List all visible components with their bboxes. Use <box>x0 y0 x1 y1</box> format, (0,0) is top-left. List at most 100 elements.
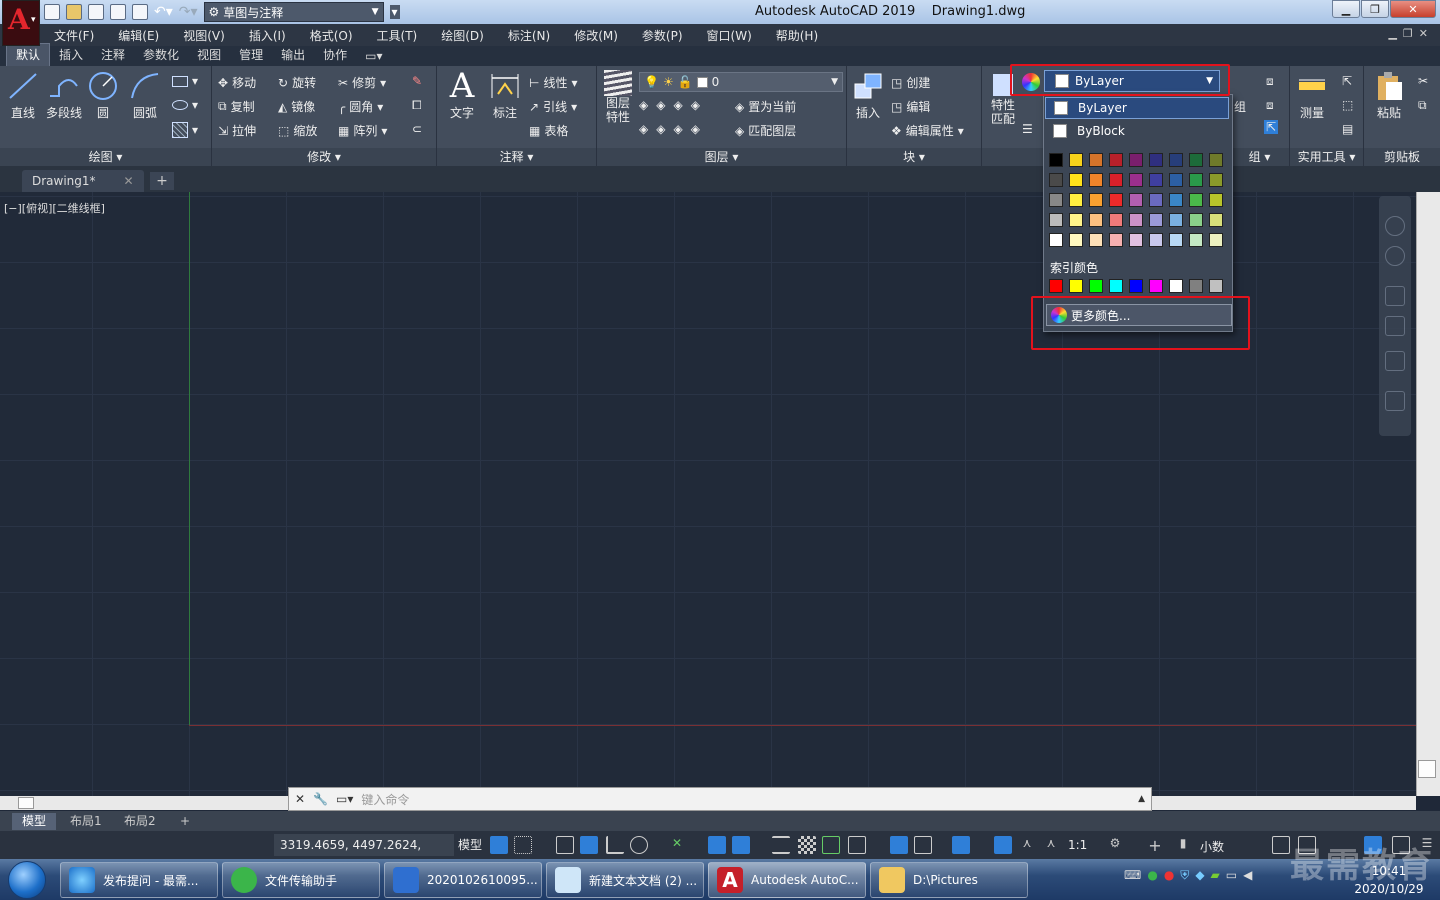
color-swatch-index[interactable] <box>1209 279 1223 293</box>
quick-select-button[interactable]: ⇱ <box>1342 74 1352 88</box>
polar-tracking-icon[interactable] <box>630 836 648 854</box>
color-swatch-standard[interactable] <box>1149 193 1163 207</box>
panel-modify-title[interactable]: 修改 ▾ <box>212 148 436 166</box>
menu-parametric[interactable]: 参数(P) <box>642 27 683 44</box>
coordinate-readout[interactable]: 3319.4659, 4497.2624, 0.0000 <box>274 834 454 874</box>
selection-cycling-icon[interactable] <box>822 836 840 854</box>
layer-lock-icon[interactable]: ◈ <box>691 98 700 112</box>
color-swatch-standard[interactable] <box>1069 213 1083 227</box>
color-option-bylayer[interactable]: ByLayer <box>1045 97 1229 119</box>
shield-icon[interactable]: ⛨ <box>1180 868 1189 883</box>
tab-insert[interactable]: 插入 <box>50 44 92 66</box>
color-swatch-standard[interactable] <box>1149 213 1163 227</box>
layer-dropdown[interactable]: 💡 ☀ 🔓 0 ▼ <box>639 72 843 92</box>
color-swatch-index[interactable] <box>1089 279 1103 293</box>
polyline-button[interactable]: 多段线 <box>44 70 84 121</box>
menu-modify[interactable]: 修改(M) <box>574 27 618 44</box>
annotation-visibility-icon[interactable] <box>994 836 1012 854</box>
viewport-controls[interactable]: [−][俯视][二维线框] <box>4 200 105 216</box>
model-space-toggle[interactable]: 模型 <box>458 836 482 853</box>
snap-icon[interactable] <box>514 836 532 854</box>
color-swatch-standard[interactable] <box>1069 153 1083 167</box>
color-swatch-standard[interactable] <box>1129 193 1143 207</box>
units-value[interactable]: 小数 <box>1200 838 1224 855</box>
color-swatch-standard[interactable] <box>1129 173 1143 187</box>
showmotion-icon[interactable] <box>1385 391 1405 411</box>
quick-properties-icon[interactable] <box>1272 836 1290 854</box>
color-swatch-standard[interactable] <box>1109 153 1123 167</box>
explode-button[interactable]: ⧠ <box>412 98 422 113</box>
plus-icon[interactable]: + <box>1146 836 1164 855</box>
color-option-byblock[interactable]: ByBlock <box>1045 120 1229 142</box>
color-swatch-index[interactable] <box>1109 279 1123 293</box>
copy-clip-button[interactable]: ⧉ <box>1418 98 1427 113</box>
color-swatch-standard[interactable] <box>1189 173 1203 187</box>
lineweight-icon[interactable] <box>772 836 790 854</box>
color-swatch-standard[interactable] <box>1109 213 1123 227</box>
document-tab-drawing1[interactable]: Drawing1* ✕ <box>22 170 144 192</box>
cube-icon[interactable]: ◆ <box>1195 868 1204 883</box>
redo-icon[interactable]: ↷▾ <box>179 4 198 20</box>
network-icon[interactable]: ▭ <box>1226 868 1237 883</box>
panel-block-title[interactable]: 块 ▾ <box>847 148 981 166</box>
new-file-icon[interactable] <box>44 4 60 20</box>
layout-tab-layout2[interactable]: 布局2 <box>114 813 166 830</box>
wechat-tray-icon[interactable]: ● <box>1147 868 1157 883</box>
menu-dimension[interactable]: 标注(N) <box>508 27 550 44</box>
color-swatch-standard[interactable] <box>1209 213 1223 227</box>
linetype-button[interactable]: ☰ <box>1022 122 1033 136</box>
undo-icon[interactable]: ↶▾ <box>154 4 173 20</box>
paste-button[interactable]: 粘贴 <box>1372 70 1406 121</box>
ortho-icon[interactable] <box>606 836 624 854</box>
color-swatch-standard[interactable] <box>1189 213 1203 227</box>
measure-button[interactable]: 测量 <box>1294 70 1330 121</box>
color-swatch-standard[interactable] <box>1069 233 1083 247</box>
menu-draw[interactable]: 绘图(D) <box>441 27 484 44</box>
color-swatch-standard[interactable] <box>1169 213 1183 227</box>
layer-unisolate-icon[interactable]: ◈ <box>656 122 665 136</box>
color-swatch-standard[interactable] <box>1089 173 1103 187</box>
color-swatch-standard[interactable] <box>1189 153 1203 167</box>
tab-output[interactable]: 输出 <box>272 44 314 66</box>
color-swatch-standard[interactable] <box>1089 193 1103 207</box>
pan-hand-icon[interactable] <box>1385 286 1405 306</box>
document-window-controls[interactable]: ▁❐✕ <box>1388 27 1434 40</box>
arc-button[interactable]: 圆弧 <box>128 70 162 121</box>
color-swatch-standard[interactable] <box>1189 233 1203 247</box>
start-button[interactable] <box>8 861 46 899</box>
color-swatch-standard[interactable] <box>1149 173 1163 187</box>
fillet-button[interactable]: ╭ 圆角 ▾ <box>338 98 383 115</box>
cut-button[interactable]: ✂ <box>1418 74 1428 88</box>
steering-wheel-icon[interactable] <box>1385 216 1405 236</box>
print-icon[interactable] <box>132 4 148 20</box>
command-prompt-icon[interactable]: ▭▾ <box>336 792 353 806</box>
dimension-button[interactable]: 标注 <box>487 70 523 121</box>
color-swatch-standard[interactable] <box>1129 213 1143 227</box>
command-input[interactable]: 键入命令 <box>361 791 409 808</box>
layout-tab-model[interactable]: 模型 <box>12 813 57 830</box>
menu-window[interactable]: 窗口(W) <box>707 27 752 44</box>
ungroup-button[interactable]: ⧈ <box>1266 74 1274 89</box>
color-swatch-standard[interactable] <box>1049 153 1063 167</box>
mirror-button[interactable]: ◭ 镜像 <box>278 98 315 115</box>
color-swatch-standard[interactable] <box>1109 233 1123 247</box>
selection-filter-icon[interactable] <box>914 836 932 854</box>
group-button[interactable]: 组 <box>1234 98 1246 115</box>
create-block-button[interactable]: ◳ 创建 <box>891 74 930 91</box>
color-swatch-standard[interactable] <box>1169 233 1183 247</box>
color-swatch-standard[interactable] <box>1089 153 1103 167</box>
save-icon[interactable] <box>88 4 104 20</box>
transparency-icon[interactable] <box>798 836 816 854</box>
menu-help[interactable]: 帮助(H) <box>776 27 818 44</box>
color-swatch-standard[interactable] <box>1189 193 1203 207</box>
panel-utilities-title[interactable]: 实用工具 ▾ <box>1290 148 1363 166</box>
color-swatch-standard[interactable] <box>1169 173 1183 187</box>
tab-manage[interactable]: 管理 <box>230 44 272 66</box>
panel-groups-title[interactable]: 组 ▾ <box>1230 148 1289 166</box>
linear-dim-button[interactable]: ⊢ 线性 ▾ <box>529 74 578 91</box>
object-snap-tracking-icon[interactable] <box>708 836 726 854</box>
application-menu-button[interactable]: A ▾ <box>2 0 40 46</box>
scale-button[interactable]: ⬚ 缩放 <box>278 122 317 139</box>
vertical-scroll-thumb[interactable] <box>1418 760 1436 778</box>
color-swatch-standard[interactable] <box>1209 233 1223 247</box>
